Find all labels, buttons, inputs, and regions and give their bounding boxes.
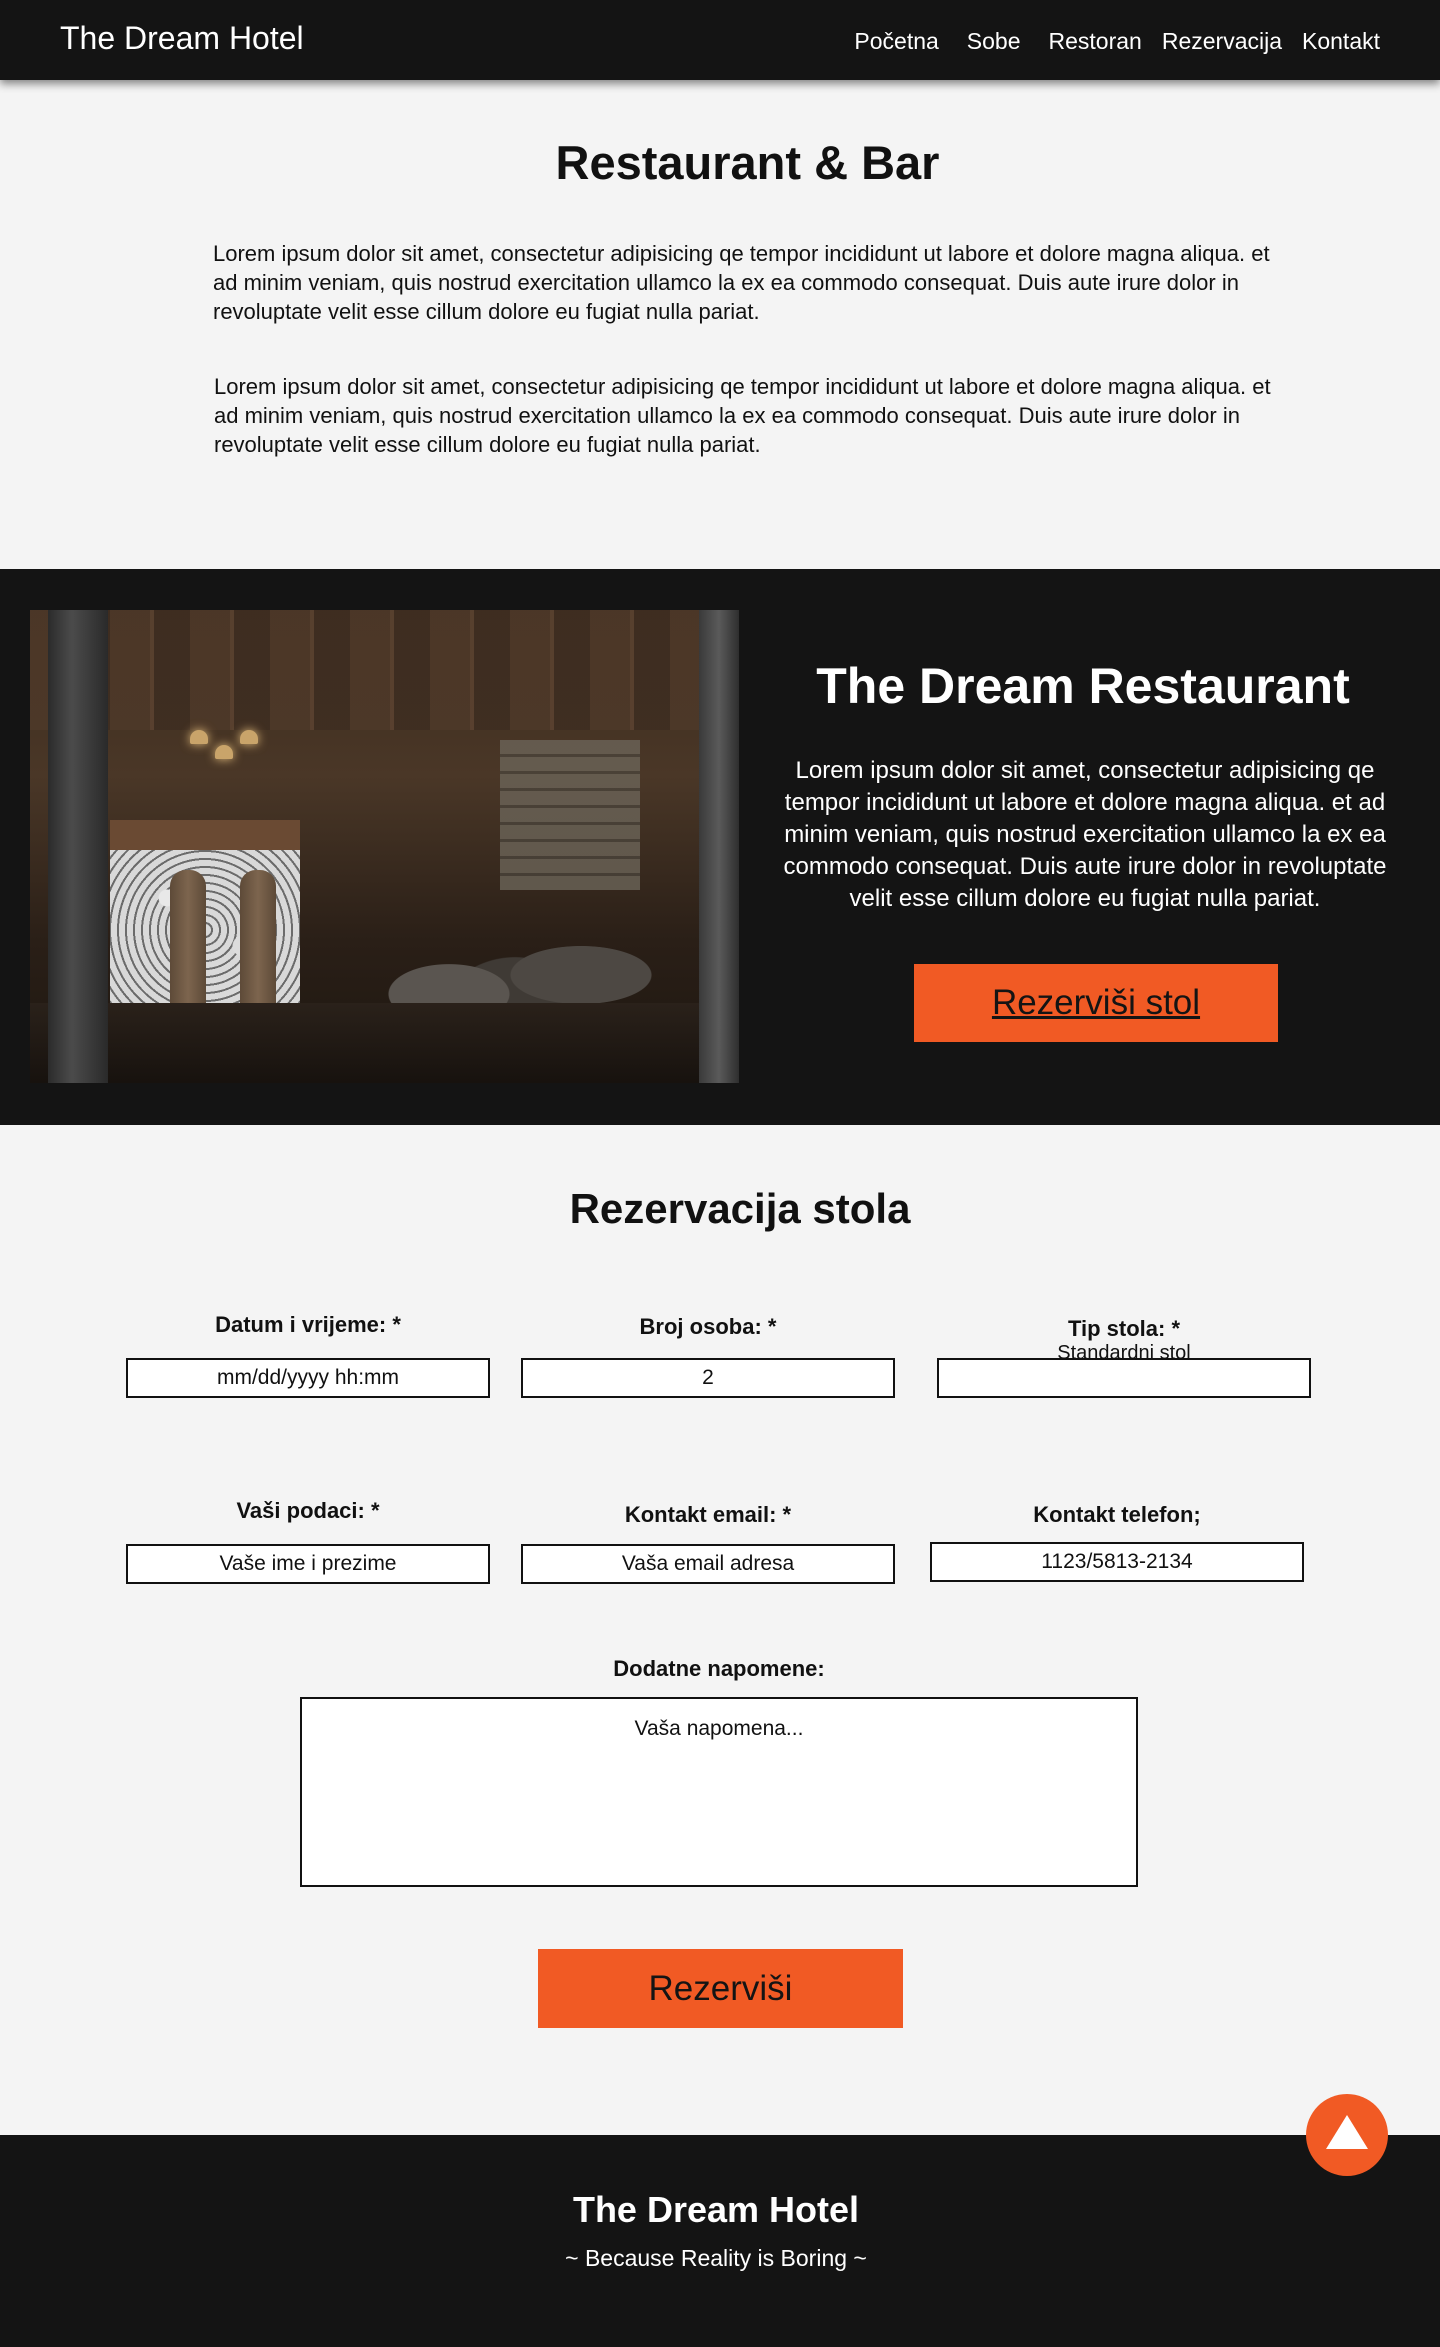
email-input[interactable] (521, 1544, 895, 1584)
nav-link-pocetna[interactable]: Početna (854, 28, 938, 55)
name-label: Vaši podaci: * (236, 1498, 380, 1523)
submit-reservation-button[interactable]: Rezerviši (538, 1949, 903, 2028)
intro-paragraph-1: Lorem ipsum dolor sit amet, consectetur … (213, 241, 1270, 324)
footer-title: The Dream Hotel (572, 2189, 860, 2230)
email-label: Kontakt email: * (624, 1502, 792, 1527)
reserve-table-button[interactable]: Rezerviši stol (914, 964, 1278, 1042)
guests-input[interactable] (521, 1358, 895, 1398)
photo-ceiling (30, 610, 739, 730)
restaurant-photo (30, 610, 739, 1083)
notes-label: Dodatne napomene: (613, 1656, 825, 1681)
restaurant-description: Lorem ipsum dolor sit amet, consectetur … (783, 757, 1387, 912)
nav-links: Početna Sobe Restoran Rezervacija Kontak… (854, 28, 1380, 55)
footer-tagline: ~ Because Reality is Boring ~ (565, 2245, 867, 2271)
photo-pillar (699, 610, 739, 1083)
photo-stone-wall (500, 740, 640, 890)
photo-floor (30, 1003, 739, 1083)
nav-link-sobe[interactable]: Sobe (967, 28, 1021, 55)
photo-pillar (48, 610, 108, 1083)
nav-link-restoran[interactable]: Restoran (1049, 28, 1142, 55)
nav-link-rezervacija[interactable]: Rezervacija (1162, 28, 1282, 55)
photo-lamp (190, 730, 208, 744)
photo-bar-stool (240, 870, 276, 1020)
datetime-label: Datum i vrijeme: * (215, 1312, 401, 1337)
restaurant-title: The Dream Restaurant (816, 658, 1350, 714)
top-navbar: The Dream Hotel Početna Sobe Restoran Re… (0, 0, 1440, 80)
brand-link[interactable]: The Dream Hotel (60, 20, 304, 57)
arrow-up-icon (1326, 2115, 1368, 2149)
phone-input[interactable] (930, 1542, 1304, 1582)
phone-label: Kontakt telefon; (1033, 1502, 1201, 1527)
page-title: Restaurant & Bar (555, 136, 940, 189)
datetime-input[interactable] (126, 1358, 490, 1398)
photo-lamp (240, 730, 258, 744)
photo-lamp (215, 745, 233, 759)
reservation-form-title: Rezervacija stola (569, 1185, 911, 1232)
footer: The Dream Hotel ~ Because Reality is Bor… (0, 2135, 1440, 2347)
scroll-to-top-button[interactable] (1306, 2094, 1388, 2176)
table-type-label: Tip stola: * (1067, 1316, 1181, 1341)
notes-textarea[interactable] (300, 1697, 1138, 1887)
restaurant-section: The Dream Restaurant Lorem ipsum dolor s… (0, 569, 1440, 1125)
photo-bar-stool (170, 870, 206, 1020)
guests-label: Broj osoba: * (639, 1314, 777, 1339)
name-input[interactable] (126, 1544, 490, 1584)
nav-link-kontakt[interactable]: Kontakt (1302, 28, 1380, 55)
table-type-selected-value: Standardni stol (1057, 1342, 1191, 1364)
intro-paragraph-2: Lorem ipsum dolor sit amet, consectetur … (214, 374, 1271, 457)
